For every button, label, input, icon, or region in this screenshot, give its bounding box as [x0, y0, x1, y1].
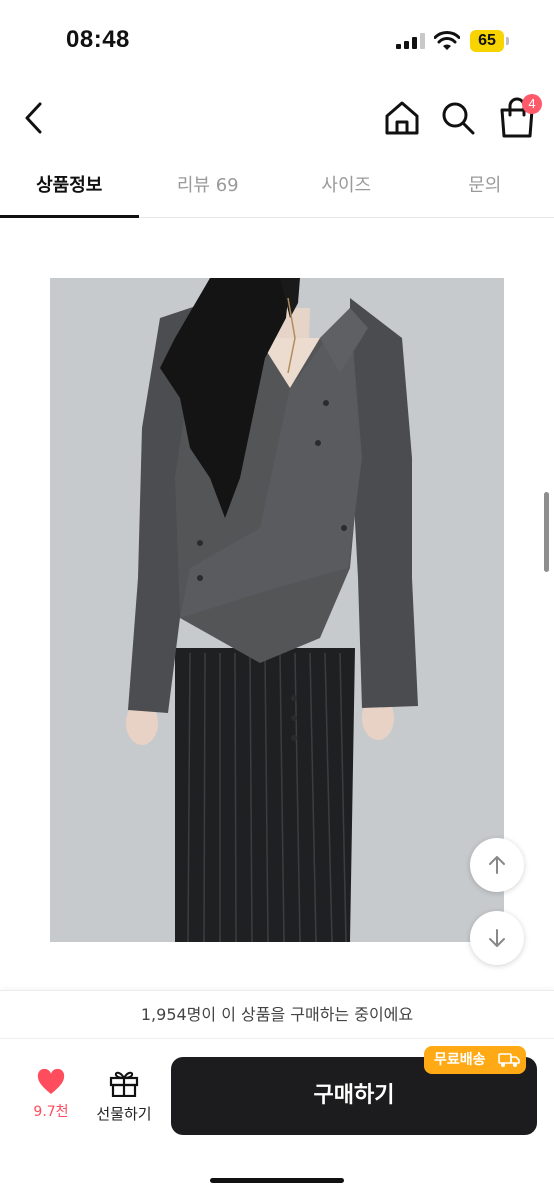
gift-icon: [109, 1071, 139, 1097]
scroll-indicator[interactable]: [544, 492, 549, 572]
product-photo: [50, 278, 504, 942]
home-indicator: [210, 1178, 344, 1183]
scroll-bottom-button[interactable]: [470, 911, 524, 965]
free-shipping-badge: 무료배송: [424, 1046, 526, 1074]
cart-button[interactable]: 4: [494, 94, 542, 140]
tab-size[interactable]: 사이즈: [277, 160, 416, 217]
gift-label: 선물하기: [96, 1105, 152, 1123]
like-button[interactable]: 9.7천: [18, 1069, 84, 1131]
search-button[interactable]: [438, 98, 478, 138]
status-bar: 08:48 65: [0, 0, 554, 80]
chevron-left-icon: [25, 102, 42, 134]
arrow-down-icon: [489, 929, 505, 947]
tab-product-info[interactable]: 상품정보: [0, 160, 139, 218]
like-count: 9.7천: [33, 1104, 69, 1120]
purchase-notice-text: 1,954명이 이 상품을 구매하는 중이에요: [140, 1005, 414, 1024]
back-button[interactable]: [18, 98, 52, 138]
search-icon: [442, 102, 475, 135]
cart-count-badge: 4: [522, 94, 542, 114]
truck-icon: [498, 1053, 520, 1067]
buy-label: 구매하기: [313, 1083, 395, 1108]
free-shipping-label: 무료배송: [434, 1052, 486, 1068]
scroll-top-button[interactable]: [470, 838, 524, 892]
cellular-signal-icon: [396, 33, 425, 49]
wifi-icon: [434, 31, 460, 50]
top-navigation: 4: [0, 80, 554, 160]
battery-level: 65: [478, 32, 496, 49]
home-icon: [385, 101, 419, 135]
product-tabs: 상품정보 리뷰 69 사이즈 문의: [0, 160, 554, 218]
product-image: [50, 278, 504, 942]
tab-inquiry[interactable]: 문의: [416, 160, 554, 217]
gift-button[interactable]: 선물하기: [88, 1069, 160, 1131]
purchase-notice: 1,954명이 이 상품을 구매하는 중이에요: [0, 990, 554, 1038]
home-button[interactable]: [382, 98, 422, 138]
battery-cap: [506, 37, 509, 45]
heart-icon: [37, 1069, 65, 1094]
arrow-up-icon: [489, 856, 505, 874]
battery-indicator: 65: [470, 30, 510, 52]
tab-reviews[interactable]: 리뷰 69: [139, 160, 278, 217]
status-time: 08:48: [66, 26, 130, 53]
